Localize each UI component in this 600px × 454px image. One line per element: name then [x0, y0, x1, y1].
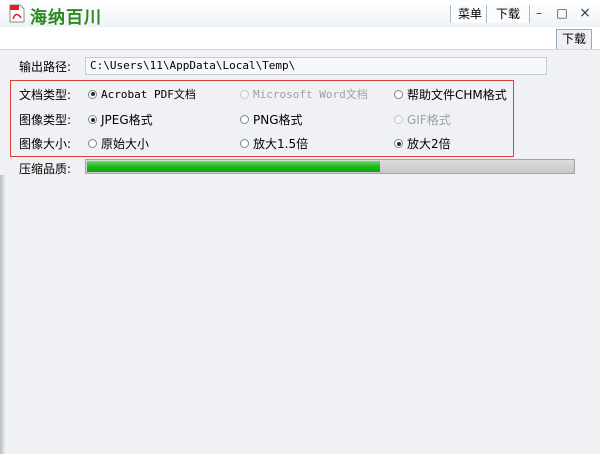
app-title: 海纳百川: [30, 8, 102, 28]
radio-dot-icon: [88, 89, 97, 99]
app-window: 海纳百川 菜单 下载 – □ × 下载 输出路径: C:\Users\11\Ap…: [0, 0, 600, 454]
image-type-label: 图像类型:: [19, 113, 72, 127]
quality-fill: [87, 161, 380, 172]
radio-gif: GIF格式: [394, 111, 451, 128]
radio-chm[interactable]: 帮助文件CHM格式: [394, 86, 507, 103]
download-button[interactable]: 下载: [486, 5, 530, 23]
radio-label: PNG格式: [253, 113, 303, 127]
radio-label: 放大2倍: [407, 137, 451, 151]
radio-dot-icon: [394, 139, 403, 148]
radio-label: Microsoft Word文档: [253, 88, 368, 101]
radio-png[interactable]: PNG格式: [240, 111, 303, 128]
menu-button[interactable]: 菜单: [450, 5, 490, 23]
radio-acrobat-pdf[interactable]: Acrobat PDF文档: [88, 86, 196, 102]
minimize-icon[interactable]: –: [530, 4, 548, 22]
radio-jpeg[interactable]: JPEG格式: [88, 111, 153, 128]
quality-slider[interactable]: [85, 159, 575, 174]
radio-dot-icon: [394, 90, 403, 99]
quality-label: 压缩品质:: [19, 162, 72, 176]
radio-dot-icon: [240, 89, 249, 99]
doc-type-label: 文档类型:: [19, 88, 72, 102]
pdf-file-icon: [9, 4, 25, 23]
radio-dot-icon: [240, 115, 249, 124]
radio-zoom-2[interactable]: 放大2倍: [394, 135, 451, 152]
title-bar: 海纳百川 菜单 下载 – □ ×: [0, 0, 600, 28]
radio-label: 原始大小: [101, 137, 150, 151]
tab-bar: 下载: [0, 27, 600, 50]
radio-label: 帮助文件CHM格式: [407, 88, 507, 102]
radio-label: GIF格式: [407, 113, 451, 127]
image-size-label: 图像大小:: [19, 137, 72, 151]
radio-dot-icon: [88, 115, 97, 124]
radio-dot-icon: [240, 139, 249, 148]
close-icon[interactable]: ×: [576, 4, 594, 22]
radio-label: Acrobat PDF文档: [101, 88, 196, 101]
radio-original-size[interactable]: 原始大小: [88, 135, 149, 152]
radio-zoom-1-5[interactable]: 放大1.5倍: [240, 135, 308, 152]
radio-dot-icon: [394, 115, 403, 124]
output-path-label: 输出路径:: [19, 60, 72, 74]
radio-label: 放大1.5倍: [253, 137, 309, 151]
radio-microsoft-word: Microsoft Word文档: [240, 86, 368, 102]
radio-dot-icon: [88, 139, 97, 148]
radio-label: JPEG格式: [101, 113, 153, 127]
maximize-icon[interactable]: □: [553, 4, 571, 22]
output-path-field[interactable]: C:\Users\11\AppData\Local\Temp\: [85, 57, 547, 75]
tab-download[interactable]: 下载: [556, 29, 592, 49]
window-edge: [0, 175, 5, 454]
